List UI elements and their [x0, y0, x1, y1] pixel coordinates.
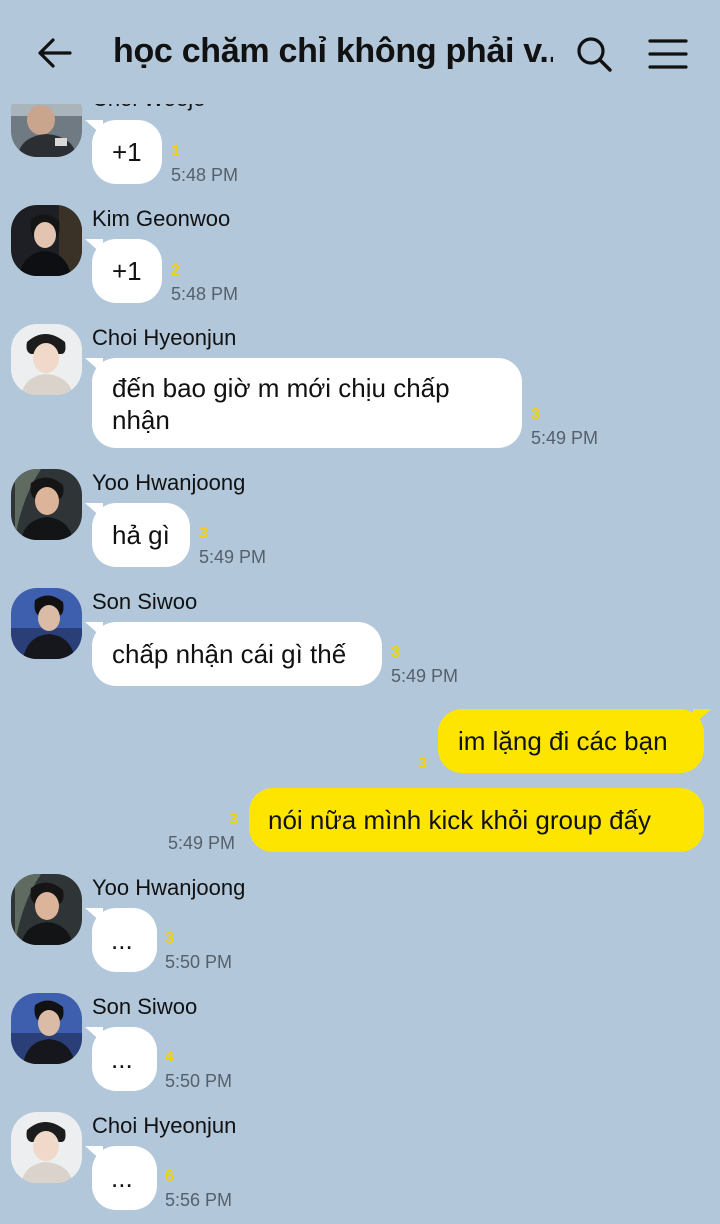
- message-time: 5:49 PM: [531, 428, 599, 448]
- message-text-line: đến bao giờ m mới chịu chấp: [112, 373, 450, 403]
- unread-count: 3: [531, 406, 540, 423]
- message-time: 5:49 PM: [199, 547, 267, 567]
- message-bubble[interactable]: ...: [85, 908, 157, 972]
- unread-count: 3: [229, 811, 238, 828]
- unread-count: 2: [171, 262, 180, 279]
- message-text: ...: [111, 1044, 133, 1074]
- message-text: im lặng đi các bạn: [458, 726, 668, 756]
- bubble-tail: [85, 1027, 103, 1043]
- back-arrow-icon[interactable]: [36, 34, 74, 72]
- search-icon[interactable]: [574, 34, 614, 74]
- message-text: chấp nhận cái gì thế: [112, 639, 347, 669]
- message-time: 5:49 PM: [391, 666, 459, 686]
- bubble-tail: [85, 1146, 103, 1162]
- sender-name: Choi Hyeonjun: [92, 325, 237, 350]
- avatar[interactable]: [11, 874, 82, 945]
- my-message-bubble[interactable]: nói nữa mình kick khỏi group đấy: [249, 788, 704, 852]
- unread-count: 3: [391, 644, 400, 661]
- chat-header: học chăm chỉ không phải v...: [0, 0, 720, 104]
- bubble-tail: [85, 358, 103, 374]
- message-bubble[interactable]: chấp nhận cái gì thế: [85, 622, 382, 686]
- sender-name: Son Siwoo: [92, 589, 198, 614]
- avatar[interactable]: [11, 324, 82, 395]
- message-bubble[interactable]: ...: [85, 1027, 157, 1091]
- sender-name: Choi Hyeonjun: [92, 1113, 237, 1138]
- avatar[interactable]: [11, 205, 82, 276]
- message-time: 5:48 PM: [171, 284, 239, 304]
- message-bubble[interactable]: hả gì: [85, 503, 190, 567]
- chat-title[interactable]: học chăm chỉ không phải v...: [113, 32, 553, 71]
- message-text: nói nữa mình kick khỏi group đấy: [268, 805, 652, 835]
- message-text: ...: [111, 1163, 133, 1193]
- sender-name: Kim Geonwoo: [92, 206, 231, 231]
- unread-count: 3: [165, 930, 174, 947]
- message-text: ...: [111, 925, 133, 955]
- message-text-line: nhận: [112, 405, 170, 435]
- message-bubble[interactable]: ...: [85, 1146, 157, 1210]
- sender-name: Yoo Hwanjoong: [92, 875, 246, 900]
- sender-name: Son Siwoo: [92, 994, 198, 1019]
- avatar[interactable]: [11, 469, 82, 540]
- bubble-tail: [85, 622, 103, 638]
- message-bubble[interactable]: +1: [85, 239, 162, 303]
- bubble-tail: [85, 239, 103, 255]
- unread-count: 4: [165, 1049, 174, 1066]
- message-bubble[interactable]: +1: [85, 120, 162, 184]
- bubble-tail: [85, 120, 103, 136]
- unread-count: 6: [165, 1168, 174, 1185]
- sender-name: Yoo Hwanjoong: [92, 470, 246, 495]
- bubble-tail: [693, 709, 711, 725]
- message-time: 5:49 PM: [168, 833, 236, 853]
- hamburger-menu-icon[interactable]: [648, 38, 688, 70]
- message-time: 5:50 PM: [165, 952, 233, 972]
- avatar[interactable]: [11, 1112, 82, 1183]
- my-message-bubble[interactable]: im lặng đi các bạn: [438, 709, 711, 773]
- message-text: hả gì: [112, 520, 170, 550]
- unread-count: 3: [199, 525, 208, 542]
- message-text: +1: [112, 256, 142, 286]
- unread-count: 3: [418, 755, 427, 772]
- message-time: 5:50 PM: [165, 1071, 233, 1091]
- bubble-tail: [85, 908, 103, 924]
- message-time: 5:48 PM: [171, 165, 239, 185]
- message-time: 5:56 PM: [165, 1190, 233, 1210]
- unread-count: 1: [171, 143, 180, 160]
- avatar[interactable]: [11, 993, 82, 1064]
- avatar[interactable]: [11, 588, 82, 659]
- message-text: +1: [112, 137, 142, 167]
- message-bubble[interactable]: đến bao giờ m mới chịu chấp nhận: [85, 358, 522, 448]
- bubble-tail: [85, 503, 103, 519]
